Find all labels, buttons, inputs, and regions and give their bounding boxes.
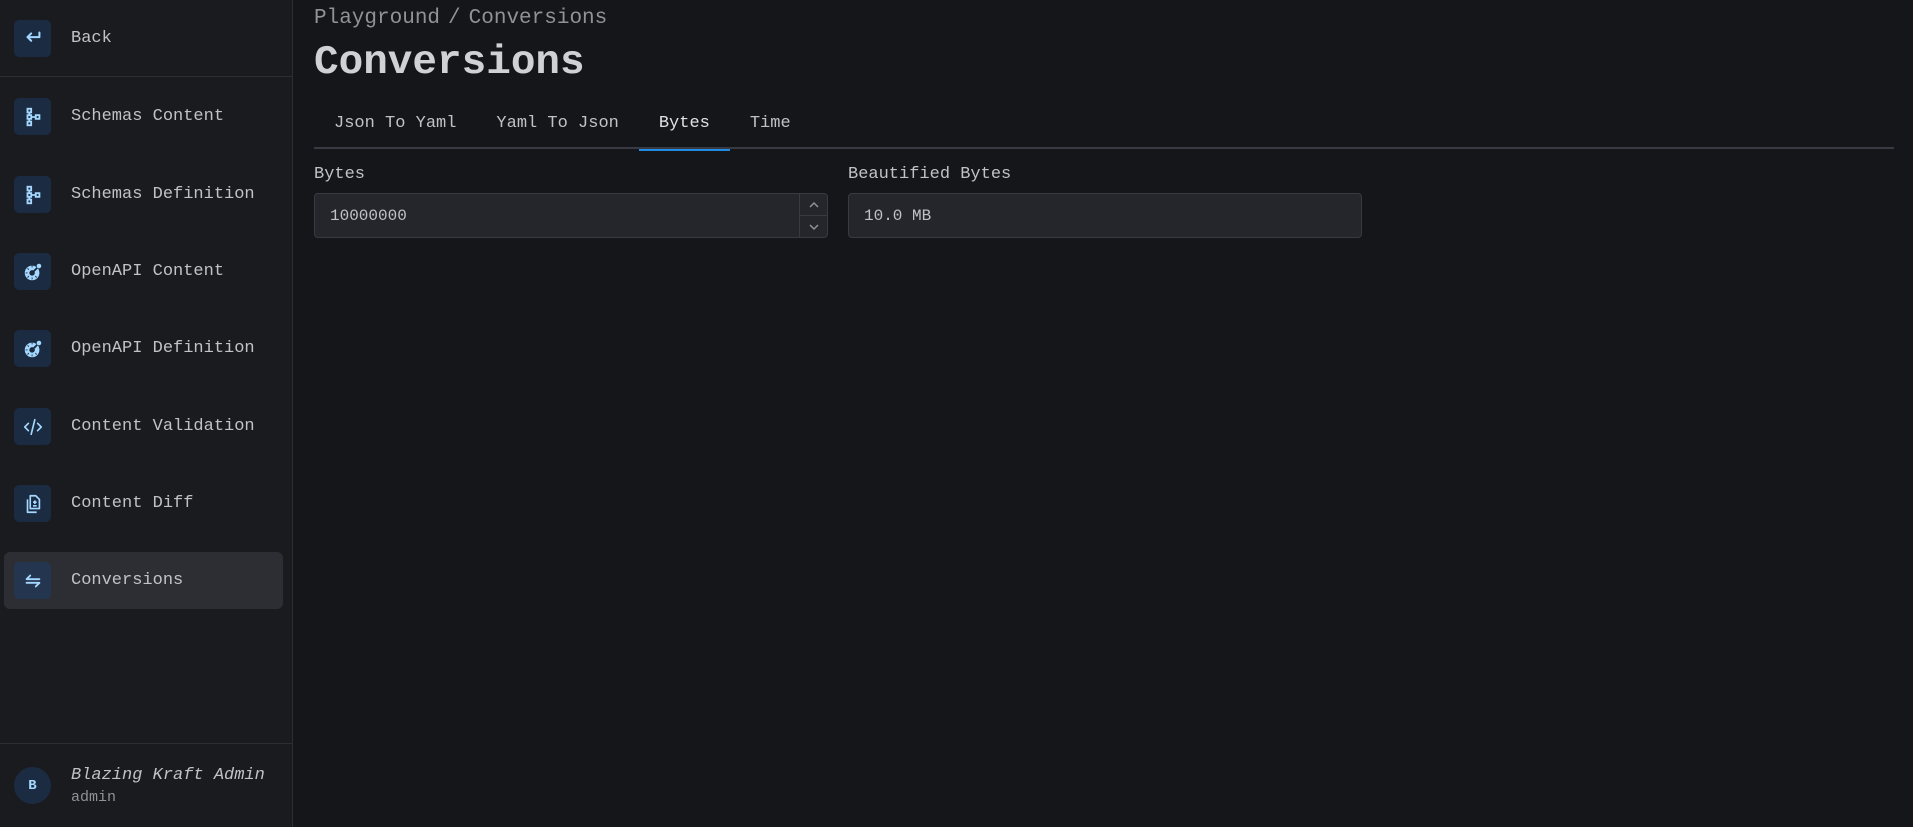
increment-button[interactable]: [800, 194, 827, 215]
beautified-bytes-field: Beautified Bytes 10.0 MB: [848, 165, 1362, 238]
avatar: B: [14, 767, 51, 804]
arrows-exchange-icon: [14, 562, 51, 599]
sidebar-item-conversions[interactable]: Conversions: [4, 552, 283, 609]
bytes-value: 10000000: [330, 206, 407, 225]
sidebar-item-label: OpenAPI Content: [71, 262, 225, 281]
tab-time[interactable]: Time: [730, 105, 811, 149]
tab-yaml-to-json[interactable]: Yaml To Json: [476, 105, 638, 149]
tab-bytes[interactable]: Bytes: [638, 105, 730, 151]
user-profile[interactable]: B Blazing Kraft Admin admin: [0, 743, 292, 827]
breadcrumb-separator: /: [448, 7, 461, 30]
breadcrumb-current: Conversions: [468, 7, 608, 30]
tab-list: Json To Yaml Yaml To Json Bytes Time: [314, 105, 1894, 151]
breadcrumb: Playground / Conversions: [314, 7, 607, 30]
file-diff-icon: [14, 485, 51, 522]
arrow-back-icon: [14, 19, 51, 57]
sidebar-item-label: Conversions: [71, 571, 184, 590]
sidebar-item-content-validation[interactable]: Content Validation: [4, 398, 283, 455]
bytes-field: Bytes 10000000: [314, 165, 828, 238]
sidebar-item-label: OpenAPI Definition: [71, 339, 255, 358]
decrement-button[interactable]: [800, 215, 827, 237]
back-button[interactable]: Back: [0, 0, 292, 77]
sidebar-item-label: Schemas Content: [71, 107, 225, 126]
breadcrumb-parent[interactable]: Playground: [314, 7, 440, 30]
schema-tree-icon: [14, 98, 51, 135]
back-label: Back: [71, 28, 112, 48]
sidebar-item-label: Content Diff: [71, 494, 194, 513]
sidebar-item-label: Schemas Definition: [71, 185, 255, 204]
beautified-bytes-value: 10.0 MB: [864, 206, 932, 225]
schema-tree-icon: [14, 176, 51, 213]
chevron-up-icon: [808, 201, 819, 208]
user-name: Blazing Kraft Admin: [71, 765, 265, 785]
sidebar-item-openapi-definition[interactable]: OpenAPI Definition: [4, 320, 283, 377]
sidebar-item-content-diff[interactable]: Content Diff: [4, 475, 283, 532]
bytes-input[interactable]: 10000000: [314, 193, 828, 238]
sidebar-item-schemas-content[interactable]: Schemas Content: [4, 88, 283, 145]
beautified-bytes-output[interactable]: 10.0 MB: [848, 193, 1362, 238]
sidebar-item-schemas-definition[interactable]: Schemas Definition: [4, 166, 283, 223]
chevron-down-icon: [808, 223, 819, 230]
page-title: Conversions: [314, 40, 585, 86]
user-role: admin: [71, 788, 117, 806]
bytes-label: Bytes: [314, 165, 366, 184]
beautified-bytes-label: Beautified Bytes: [848, 165, 1012, 184]
tab-json-to-yaml[interactable]: Json To Yaml: [314, 105, 476, 149]
sidebar: Back Schemas Content Schemas Definition …: [0, 0, 293, 827]
bytes-stepper: [799, 194, 827, 237]
openapi-icon: [14, 253, 51, 290]
sidebar-item-openapi-content[interactable]: OpenAPI Content: [4, 243, 283, 300]
sidebar-item-label: Content Validation: [71, 417, 255, 436]
code-icon: [14, 408, 51, 445]
openapi-icon: [14, 330, 51, 367]
main-content: Playground / Conversions Conversions Json …: [314, 0, 1913, 827]
